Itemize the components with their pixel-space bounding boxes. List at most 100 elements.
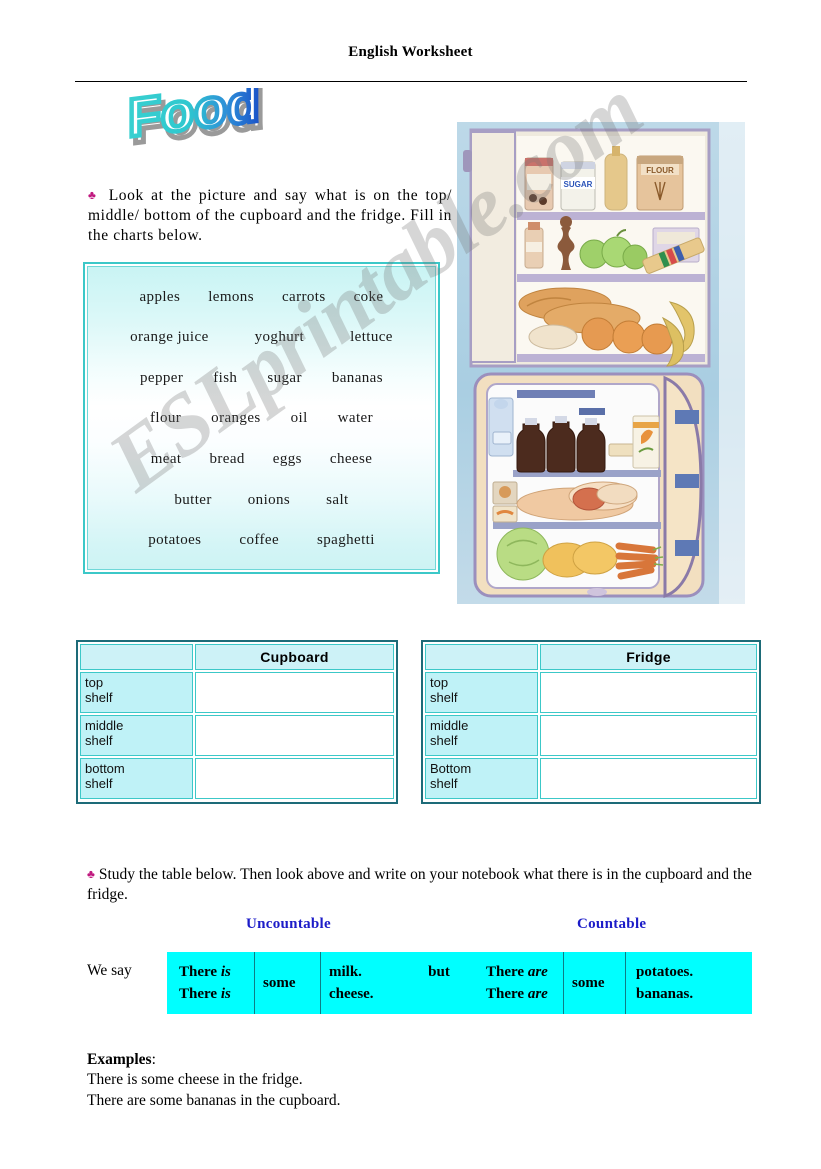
example-line: There are some bananas in the cupboard. (87, 1091, 341, 1109)
uncountable-column-header: Uncountable (246, 916, 331, 932)
word-bank-word: oil (290, 410, 308, 427)
word-bank-word: orange juice (130, 329, 209, 346)
cupboard-row-label-bottom: bottom shelf (80, 758, 193, 799)
uncountable-noun-column: milk. cheese. (321, 952, 406, 1014)
fridge-row-label-bottom: Bottom shelf (425, 758, 538, 799)
countable-noun-column: potatoes. bananas. (626, 952, 752, 1014)
fridge-row-label-top: top shelf (425, 672, 538, 713)
word-bank-word: yoghurt (254, 329, 305, 346)
cupboard-answer-middle[interactable] (195, 715, 394, 756)
svg-text:SUGAR: SUGAR (564, 180, 593, 189)
instruction-task-1-text: Look at the picture and say what is on t… (88, 186, 452, 245)
word-bank-row: potatoes coffee spaghetti (102, 532, 421, 549)
word-bank-word: onions (247, 491, 291, 508)
grammar-column-headers: Uncountable Countable (166, 916, 752, 938)
countable-quantifier-column: some (564, 952, 626, 1014)
cupboard-row-label-middle-line1: middle (85, 718, 124, 733)
word-bank-word: potatoes (148, 532, 202, 549)
clover-bullet-icon: ♣ (88, 187, 99, 202)
word-bank-word: coffee (239, 532, 280, 549)
word-bank-row: orange juice yoghurt lettuce (102, 329, 421, 346)
uncountable-subject-line-2: There is (179, 986, 231, 1002)
word-bank-word: carrots (281, 288, 326, 305)
countable-noun-line-1: potatoes. (636, 963, 694, 980)
examples-heading: Examples: (87, 1050, 341, 1070)
cupboard-row-label-middle-line2: shelf (85, 732, 113, 748)
fridge-chart-corner-cell (425, 644, 538, 670)
word-bank-word: spaghetti (317, 532, 375, 549)
example-line: There is some cheese in the fridge. (87, 1071, 303, 1089)
word-bank-word: meat (150, 451, 182, 468)
fridge-chart-row-top: top shelf (424, 671, 758, 714)
cupboard-answer-top[interactable] (195, 672, 394, 713)
word-bank-word: bananas (331, 369, 383, 386)
page-header-title: English Worksheet (348, 44, 473, 60)
word-bank-word: cheese (329, 451, 373, 468)
header-divider (75, 81, 747, 82)
countable-subject-line-1: There are (486, 963, 548, 980)
fridge-row-label-middle-line1: middle (430, 718, 469, 733)
food-title-wordart: Food Food (118, 88, 318, 150)
word-bank-word: lemons (208, 288, 254, 305)
word-bank-row: butter onions salt (102, 492, 421, 509)
fridge-row-label-top-line1: top (430, 675, 449, 690)
grammar-table: There is There is some milk. cheese. but… (167, 952, 752, 1014)
uncountable-quantifier-column: some (255, 952, 321, 1014)
fridge-chart: Fridge top shelf middle shelf Bottom she… (421, 640, 761, 804)
cupboard-chart-row-bottom: bottom shelf (79, 757, 395, 800)
cupboard-fridge-illustration: SUGAR FLOUR (457, 122, 745, 604)
cupboard-row-label-bottom-line1: bottom (85, 761, 125, 776)
fridge-chart-row-bottom: Bottom shelf (424, 757, 758, 800)
fridge-answer-bottom[interactable] (540, 758, 757, 799)
worksheet-page: English Worksheet Food Food ♣ Look at the… (0, 0, 821, 1169)
word-bank-word: bread (209, 451, 245, 468)
uncountable-noun-line-1: milk. (329, 963, 362, 980)
fridge-row-label-top-line2: shelf (430, 689, 458, 705)
word-bank-word: salt (326, 491, 349, 508)
word-bank-word: lettuce (350, 329, 393, 346)
fridge-answer-middle[interactable] (540, 715, 757, 756)
clover-bullet-icon: ♣ (87, 866, 95, 881)
cupboard-row-label-bottom-line2: shelf (85, 775, 113, 791)
cupboard-row-label-top-line2: shelf (85, 689, 113, 705)
word-bank-word: sugar (267, 369, 302, 386)
word-bank-word: eggs (272, 451, 302, 468)
cupboard-row-label-top: top shelf (80, 672, 193, 713)
examples-heading-text: Examples (87, 1051, 152, 1068)
word-bank-box: apples lemons carrots coke orange juice … (83, 262, 440, 574)
uncountable-quantifier: some (263, 974, 296, 991)
word-bank-word: pepper (140, 369, 184, 386)
word-bank-word: oranges (211, 410, 261, 427)
fridge-row-label-middle-line2: shelf (430, 732, 458, 748)
word-bank-word: coke (353, 288, 384, 305)
cupboard-row-label-middle: middle shelf (80, 715, 193, 756)
countable-quantifier: some (572, 974, 605, 991)
cupboard-chart-row-top: top shelf (79, 671, 395, 714)
conjunction-column: but (406, 952, 472, 1014)
countable-column-header: Countable (577, 916, 647, 932)
fridge-chart-row-middle: middle shelf (424, 714, 758, 757)
countable-noun-line-2: bananas. (636, 986, 694, 1002)
fridge-row-label-bottom-line2: shelf (430, 775, 458, 791)
cupboard-chart-title: Cupboard (195, 644, 394, 670)
countable-subject-line-2: There are (486, 986, 548, 1002)
examples-heading-colon: : (151, 1051, 156, 1068)
cupboard-chart-header-row: Cupboard (79, 643, 395, 671)
cupboard-chart: Cupboard top shelf middle shelf bottom s… (76, 640, 398, 804)
word-bank-word: fish (213, 369, 238, 386)
word-bank-row: pepper fish sugar bananas (102, 370, 421, 387)
examples-section: Examples: There is some cheese in the fr… (87, 1050, 341, 1111)
fridge-chart-title: Fridge (540, 644, 757, 670)
word-bank-word: apples (139, 288, 181, 305)
word-bank-word: water (337, 410, 373, 427)
word-bank-row: meat bread eggs cheese (102, 451, 421, 468)
fridge-answer-top[interactable] (540, 672, 757, 713)
uncountable-subject-line-1: There is (179, 963, 231, 980)
instruction-task-1: ♣ Look at the picture and say what is on … (88, 186, 452, 247)
uncountable-noun-line-2: cheese. (329, 986, 374, 1002)
fridge-row-label-bottom-line1: Bottom (430, 761, 472, 776)
cupboard-row-label-top-line1: top (85, 675, 104, 690)
conjunction-but: but (428, 964, 450, 980)
cupboard-answer-bottom[interactable] (195, 758, 394, 799)
instruction-task-2-text: Study the table below. Then look above a… (87, 865, 752, 903)
